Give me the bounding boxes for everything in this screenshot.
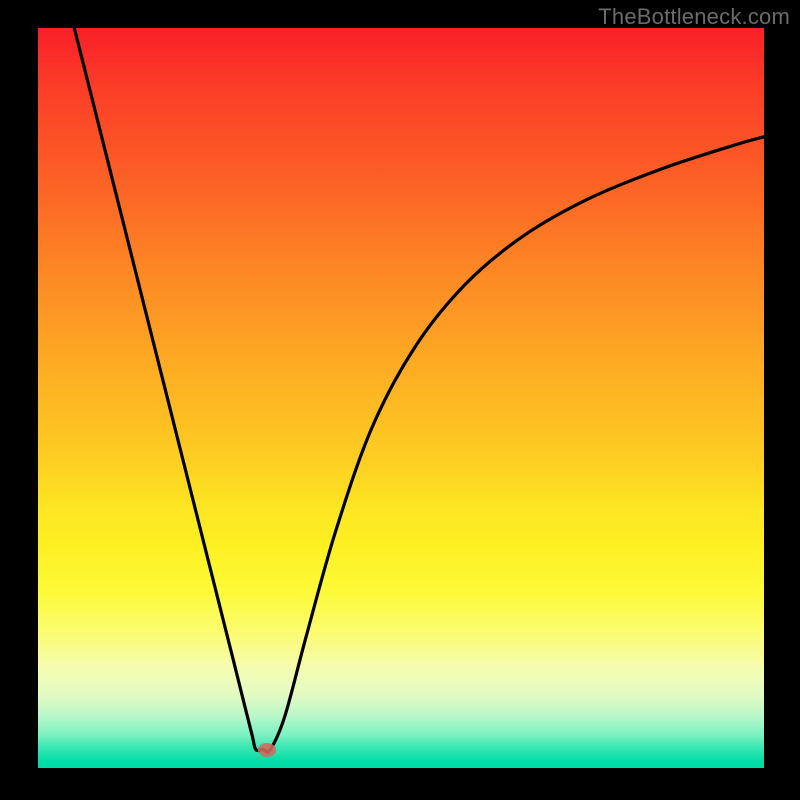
bottleneck-curve — [38, 28, 764, 768]
chart-container: TheBottleneck.com — [0, 0, 800, 800]
vertex-marker — [258, 743, 276, 757]
watermark-text: TheBottleneck.com — [598, 4, 790, 30]
plot-area — [38, 28, 764, 768]
